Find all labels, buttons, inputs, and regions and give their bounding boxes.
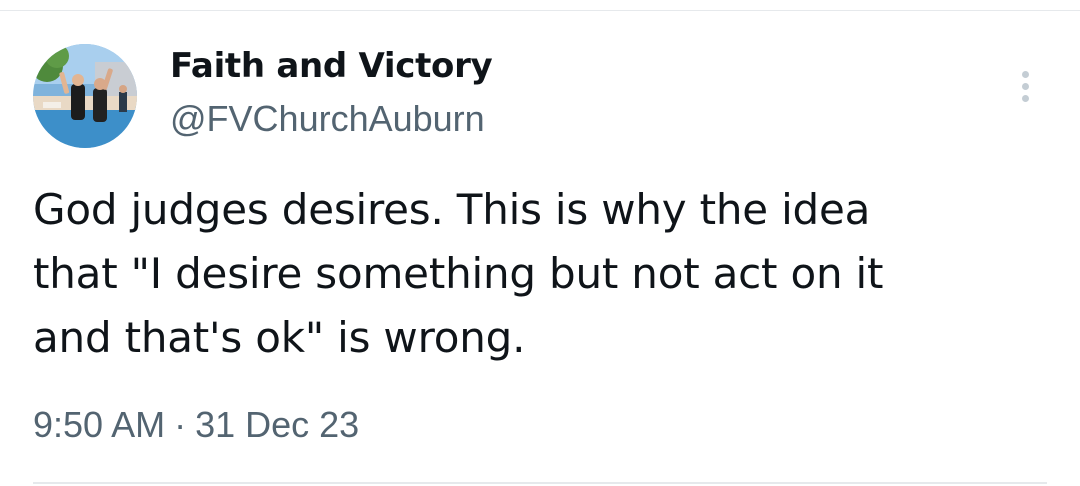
avatar[interactable] — [33, 44, 137, 148]
tweet-time[interactable]: 9:50 AM — [33, 404, 165, 445]
top-divider — [0, 10, 1080, 11]
meta-separator: · — [174, 404, 187, 445]
more-options-button[interactable] — [1008, 66, 1044, 106]
tweet-timestamp[interactable]: 9:50 AM · 31 Dec 23 — [33, 404, 359, 446]
tweet-date[interactable]: 31 Dec 23 — [195, 404, 359, 445]
tweet-text: God judges desires. This is why the idea… — [33, 185, 884, 362]
author-handle[interactable]: @FVChurchAuburn — [170, 98, 485, 140]
author-display-name[interactable]: Faith and Victory — [170, 46, 493, 86]
profile-photo-icon — [33, 44, 137, 148]
bottom-divider — [33, 482, 1047, 484]
